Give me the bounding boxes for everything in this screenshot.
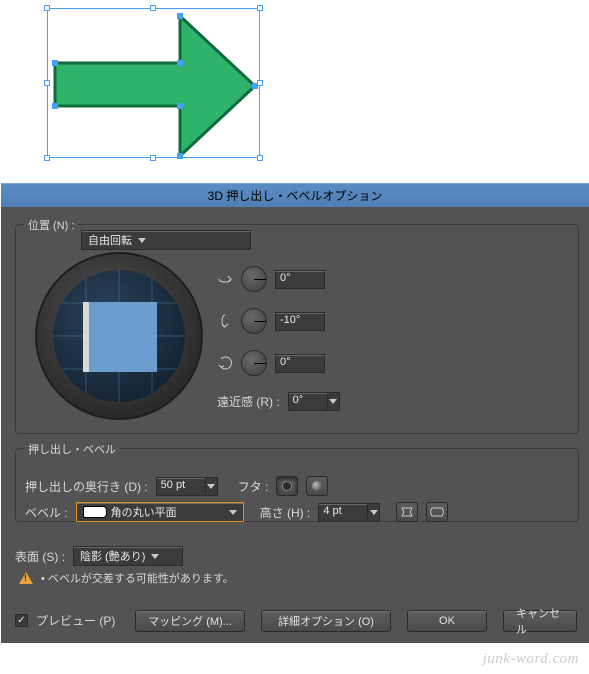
bevel-out-icon: [430, 506, 444, 518]
dialog-3d-extrude: 3D 押し出し・ベベルオプション 位置 (N) : 自由回転: [1, 183, 589, 643]
rotate-x-input[interactable]: 0°: [275, 270, 325, 289]
bevel-dropdown[interactable]: 角の丸い平面: [76, 502, 244, 522]
surface-dropdown[interactable]: 陰影 (艶あり): [73, 546, 183, 566]
chevron-down-icon[interactable]: [328, 392, 340, 411]
anchor[interactable]: [177, 153, 183, 159]
perspective-label: 遠近感 (R) :: [217, 393, 280, 410]
position-value: 自由回転: [88, 232, 132, 248]
handle-sw[interactable]: [44, 155, 50, 161]
position-dropdown[interactable]: 自由回転: [81, 230, 251, 250]
axis-x-icon: [217, 271, 233, 287]
warning-icon: [19, 572, 33, 584]
cap-off-button[interactable]: [306, 476, 328, 496]
dialog-title: 3D 押し出し・ベベルオプション: [1, 184, 589, 207]
handle-n[interactable]: [150, 5, 156, 11]
cap-label: フタ :: [238, 478, 269, 495]
handle-ne[interactable]: [257, 5, 263, 11]
bevel-out-button[interactable]: [426, 502, 448, 522]
handle-w[interactable]: [44, 80, 50, 86]
surface-label: 表面 (S) :: [15, 548, 65, 565]
anchor[interactable]: [177, 13, 183, 19]
bevel-label: ベベル :: [25, 504, 68, 521]
cancel-button[interactable]: キャンセル: [503, 610, 577, 632]
position-label: 位置 (N) :: [24, 217, 78, 233]
anchor[interactable]: [177, 103, 183, 109]
rotate-x-dial[interactable]: [241, 266, 267, 292]
trackball-cube: [83, 302, 157, 372]
chevron-down-icon: [138, 238, 146, 243]
ok-button[interactable]: OK: [407, 610, 487, 632]
chevron-down-icon: [151, 554, 159, 559]
depth-input[interactable]: 50 pt: [156, 477, 206, 496]
chevron-down-icon[interactable]: [206, 477, 218, 496]
bevel-swatch-icon: [83, 506, 107, 518]
watermark: junk-word.com: [483, 651, 579, 668]
anchor[interactable]: [252, 83, 258, 89]
rotate-y-dial[interactable]: [241, 308, 267, 334]
canvas-area: [0, 0, 589, 183]
axis-y-icon: [217, 313, 233, 329]
rotate-z-input[interactable]: 0°: [275, 354, 325, 373]
height-label: 高さ (H) :: [260, 504, 311, 521]
warning-text: • ベベルが交差する可能性があります。: [41, 570, 234, 586]
axis-z-icon: [217, 355, 233, 371]
rotation-trackball[interactable]: [35, 252, 203, 420]
preview-label: プレビュー (P): [36, 612, 115, 629]
more-options-button[interactable]: 詳細オプション (O): [261, 610, 391, 632]
perspective-input[interactable]: 0°: [288, 392, 328, 411]
arrow-shape[interactable]: [47, 8, 260, 158]
depth-label: 押し出しの奥行き (D) :: [25, 478, 148, 495]
rotate-y-input[interactable]: -10°: [275, 312, 325, 331]
handle-s[interactable]: [150, 155, 156, 161]
anchor[interactable]: [177, 60, 183, 66]
cap-solid-icon: [312, 481, 322, 491]
height-input[interactable]: 4 pt: [318, 503, 368, 522]
mapping-button[interactable]: マッピング (M)...: [135, 610, 245, 632]
bevel-in-icon: [400, 506, 414, 518]
anchor[interactable]: [52, 103, 58, 109]
surface-value: 陰影 (艶あり): [80, 548, 145, 564]
extrude-group-label: 押し出し・ベベル: [24, 441, 120, 457]
anchor[interactable]: [52, 60, 58, 66]
bevel-value: 角の丸い平面: [111, 504, 177, 520]
handle-se[interactable]: [257, 155, 263, 161]
cap-hollow-icon: [282, 481, 292, 491]
rotate-z-dial[interactable]: [241, 350, 267, 376]
chevron-down-icon[interactable]: [368, 503, 380, 522]
cap-on-button[interactable]: [276, 476, 298, 496]
bevel-in-button[interactable]: [396, 502, 418, 522]
handle-nw[interactable]: [44, 5, 50, 11]
chevron-down-icon: [229, 510, 237, 515]
preview-checkbox[interactable]: ✓: [15, 614, 28, 627]
